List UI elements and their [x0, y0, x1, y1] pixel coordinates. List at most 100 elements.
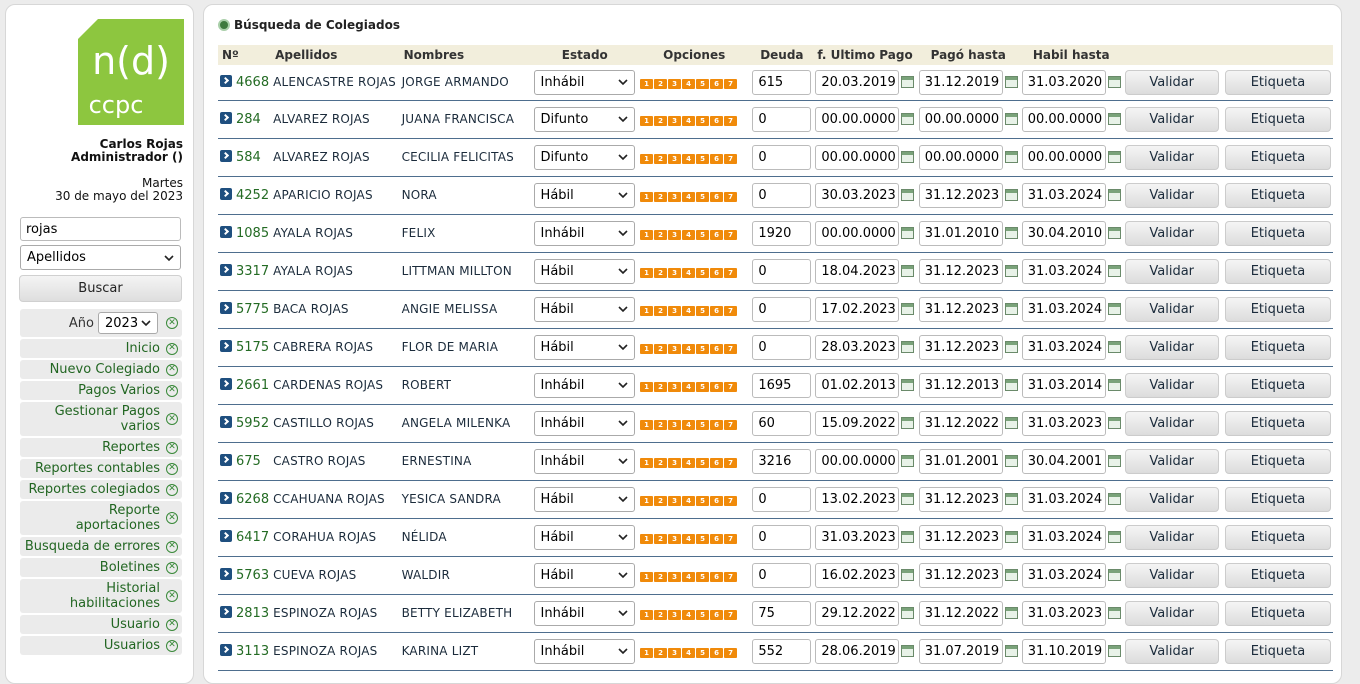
- validar-button[interactable]: Validar: [1124, 486, 1219, 512]
- habil-hasta-field[interactable]: 31.03.2023: [1021, 600, 1106, 626]
- menu-item-historial-habilitaciones[interactable]: Historial habilitaciones ✕: [20, 579, 182, 613]
- validar-button[interactable]: Validar: [1124, 106, 1219, 132]
- option-1-button[interactable]: 1: [640, 306, 654, 316]
- expand-arrow-icon[interactable]: [220, 643, 232, 656]
- option-3-button[interactable]: 3: [668, 79, 682, 90]
- option-7-button[interactable]: 7: [724, 79, 738, 90]
- deuda-field[interactable]: 0: [752, 106, 812, 132]
- estado-select[interactable]: Hábil: [533, 258, 635, 284]
- estado-select[interactable]: Hábil: [533, 524, 635, 550]
- deuda-field[interactable]: 0: [752, 258, 812, 284]
- option-7-button[interactable]: 7: [724, 458, 738, 468]
- option-5-button[interactable]: 5: [696, 306, 710, 316]
- calendar-icon[interactable]: [901, 113, 915, 125]
- option-1-button[interactable]: 1: [640, 79, 654, 90]
- search-button[interactable]: Buscar: [19, 275, 182, 302]
- menu-item-reportes[interactable]: Reportes ✕: [20, 438, 182, 457]
- calendar-icon[interactable]: [1004, 227, 1018, 239]
- option-3-button[interactable]: 3: [668, 192, 682, 202]
- option-5-button[interactable]: 5: [696, 192, 710, 202]
- habil-hasta-field[interactable]: 31.03.2024: [1021, 296, 1106, 322]
- option-1-button[interactable]: 1: [640, 382, 654, 392]
- option-6-button[interactable]: 6: [710, 154, 724, 164]
- option-4-button[interactable]: 4: [682, 230, 696, 240]
- etiqueta-button[interactable]: Etiqueta: [1224, 144, 1331, 170]
- habil-hasta-field[interactable]: 30.04.2001: [1021, 448, 1106, 474]
- etiqueta-button[interactable]: Etiqueta: [1224, 258, 1331, 284]
- option-5-button[interactable]: 5: [696, 268, 710, 278]
- etiqueta-button[interactable]: Etiqueta: [1224, 372, 1331, 398]
- colegiado-number[interactable]: 3317: [236, 264, 269, 279]
- menu-item-busqueda-errores[interactable]: Busqueda de errores ✕: [20, 537, 182, 556]
- calendar-icon[interactable]: [1107, 227, 1121, 239]
- calendar-icon[interactable]: [901, 189, 915, 201]
- ultimo-pago-field[interactable]: 18.04.2023: [815, 258, 900, 284]
- option-4-button[interactable]: 4: [682, 458, 696, 468]
- option-6-button[interactable]: 6: [710, 306, 724, 316]
- option-4-button[interactable]: 4: [682, 382, 696, 392]
- calendar-icon[interactable]: [901, 531, 915, 543]
- option-7-button[interactable]: 7: [724, 116, 738, 126]
- option-6-button[interactable]: 6: [710, 192, 724, 202]
- menu-item-reportes-contables[interactable]: Reportes contables ✕: [20, 459, 182, 478]
- option-2-button[interactable]: 2: [654, 230, 668, 240]
- option-3-button[interactable]: 3: [668, 572, 682, 582]
- colegiado-number[interactable]: 4252: [236, 188, 269, 203]
- option-2-button[interactable]: 2: [654, 420, 668, 430]
- validar-button[interactable]: Validar: [1124, 600, 1219, 626]
- option-3-button[interactable]: 3: [668, 230, 682, 240]
- option-2-button[interactable]: 2: [654, 496, 668, 506]
- validar-button[interactable]: Validar: [1124, 144, 1219, 170]
- deuda-field[interactable]: 1920: [752, 220, 812, 246]
- expand-arrow-icon[interactable]: [220, 225, 232, 238]
- menu-item-usuarios[interactable]: Usuarios ✕: [20, 636, 182, 655]
- deuda-field[interactable]: 0: [752, 182, 812, 208]
- option-3-button[interactable]: 3: [668, 610, 682, 620]
- pago-hasta-field[interactable]: 00.00.0000: [918, 144, 1003, 170]
- deuda-field[interactable]: 1695: [752, 372, 812, 398]
- validar-button[interactable]: Validar: [1124, 258, 1219, 284]
- option-1-button[interactable]: 1: [640, 534, 654, 544]
- calendar-icon[interactable]: [1107, 151, 1121, 163]
- calendar-icon[interactable]: [1107, 265, 1121, 277]
- ultimo-pago-field[interactable]: 15.09.2022: [815, 410, 900, 436]
- calendar-icon[interactable]: [1107, 455, 1121, 467]
- calendar-icon[interactable]: [901, 455, 915, 467]
- calendar-icon[interactable]: [1107, 379, 1121, 391]
- ultimo-pago-field[interactable]: 00.00.0000: [815, 448, 900, 474]
- colegiado-number[interactable]: 675: [236, 454, 261, 469]
- validar-button[interactable]: Validar: [1124, 182, 1219, 208]
- colegiado-number[interactable]: 584: [236, 150, 261, 165]
- close-circle-icon[interactable]: ✕: [166, 317, 178, 329]
- habil-hasta-field[interactable]: 31.03.2024: [1021, 562, 1106, 588]
- calendar-icon[interactable]: [1004, 303, 1018, 315]
- ultimo-pago-field[interactable]: 13.02.2023: [815, 486, 900, 512]
- deuda-field[interactable]: 75: [752, 600, 812, 626]
- deuda-field[interactable]: 0: [752, 296, 812, 322]
- expand-arrow-icon[interactable]: [220, 605, 232, 618]
- option-1-button[interactable]: 1: [640, 648, 654, 658]
- validar-button[interactable]: Validar: [1124, 524, 1219, 550]
- ultimo-pago-field[interactable]: 29.12.2022: [815, 600, 900, 626]
- option-4-button[interactable]: 4: [682, 420, 696, 430]
- option-7-button[interactable]: 7: [724, 496, 738, 506]
- option-1-button[interactable]: 1: [640, 610, 654, 620]
- habil-hasta-field[interactable]: 31.03.2024: [1021, 486, 1106, 512]
- estado-select[interactable]: Hábil: [533, 486, 635, 512]
- pago-hasta-field[interactable]: 31.12.2019: [918, 69, 1003, 95]
- expand-arrow-icon[interactable]: [220, 263, 232, 276]
- option-4-button[interactable]: 4: [682, 344, 696, 354]
- calendar-icon[interactable]: [901, 607, 915, 619]
- habil-hasta-field[interactable]: 31.03.2023: [1021, 410, 1106, 436]
- deuda-field[interactable]: 3216: [752, 448, 812, 474]
- calendar-icon[interactable]: [1004, 151, 1018, 163]
- expand-arrow-icon[interactable]: [220, 567, 232, 580]
- calendar-icon[interactable]: [901, 341, 915, 353]
- estado-select[interactable]: Hábil: [533, 182, 635, 208]
- search-input[interactable]: [20, 217, 181, 241]
- colegiado-number[interactable]: 3113: [236, 644, 269, 659]
- option-6-button[interactable]: 6: [710, 572, 724, 582]
- habil-hasta-field[interactable]: 31.03.2020: [1021, 69, 1106, 95]
- option-4-button[interactable]: 4: [682, 534, 696, 544]
- option-3-button[interactable]: 3: [668, 154, 682, 164]
